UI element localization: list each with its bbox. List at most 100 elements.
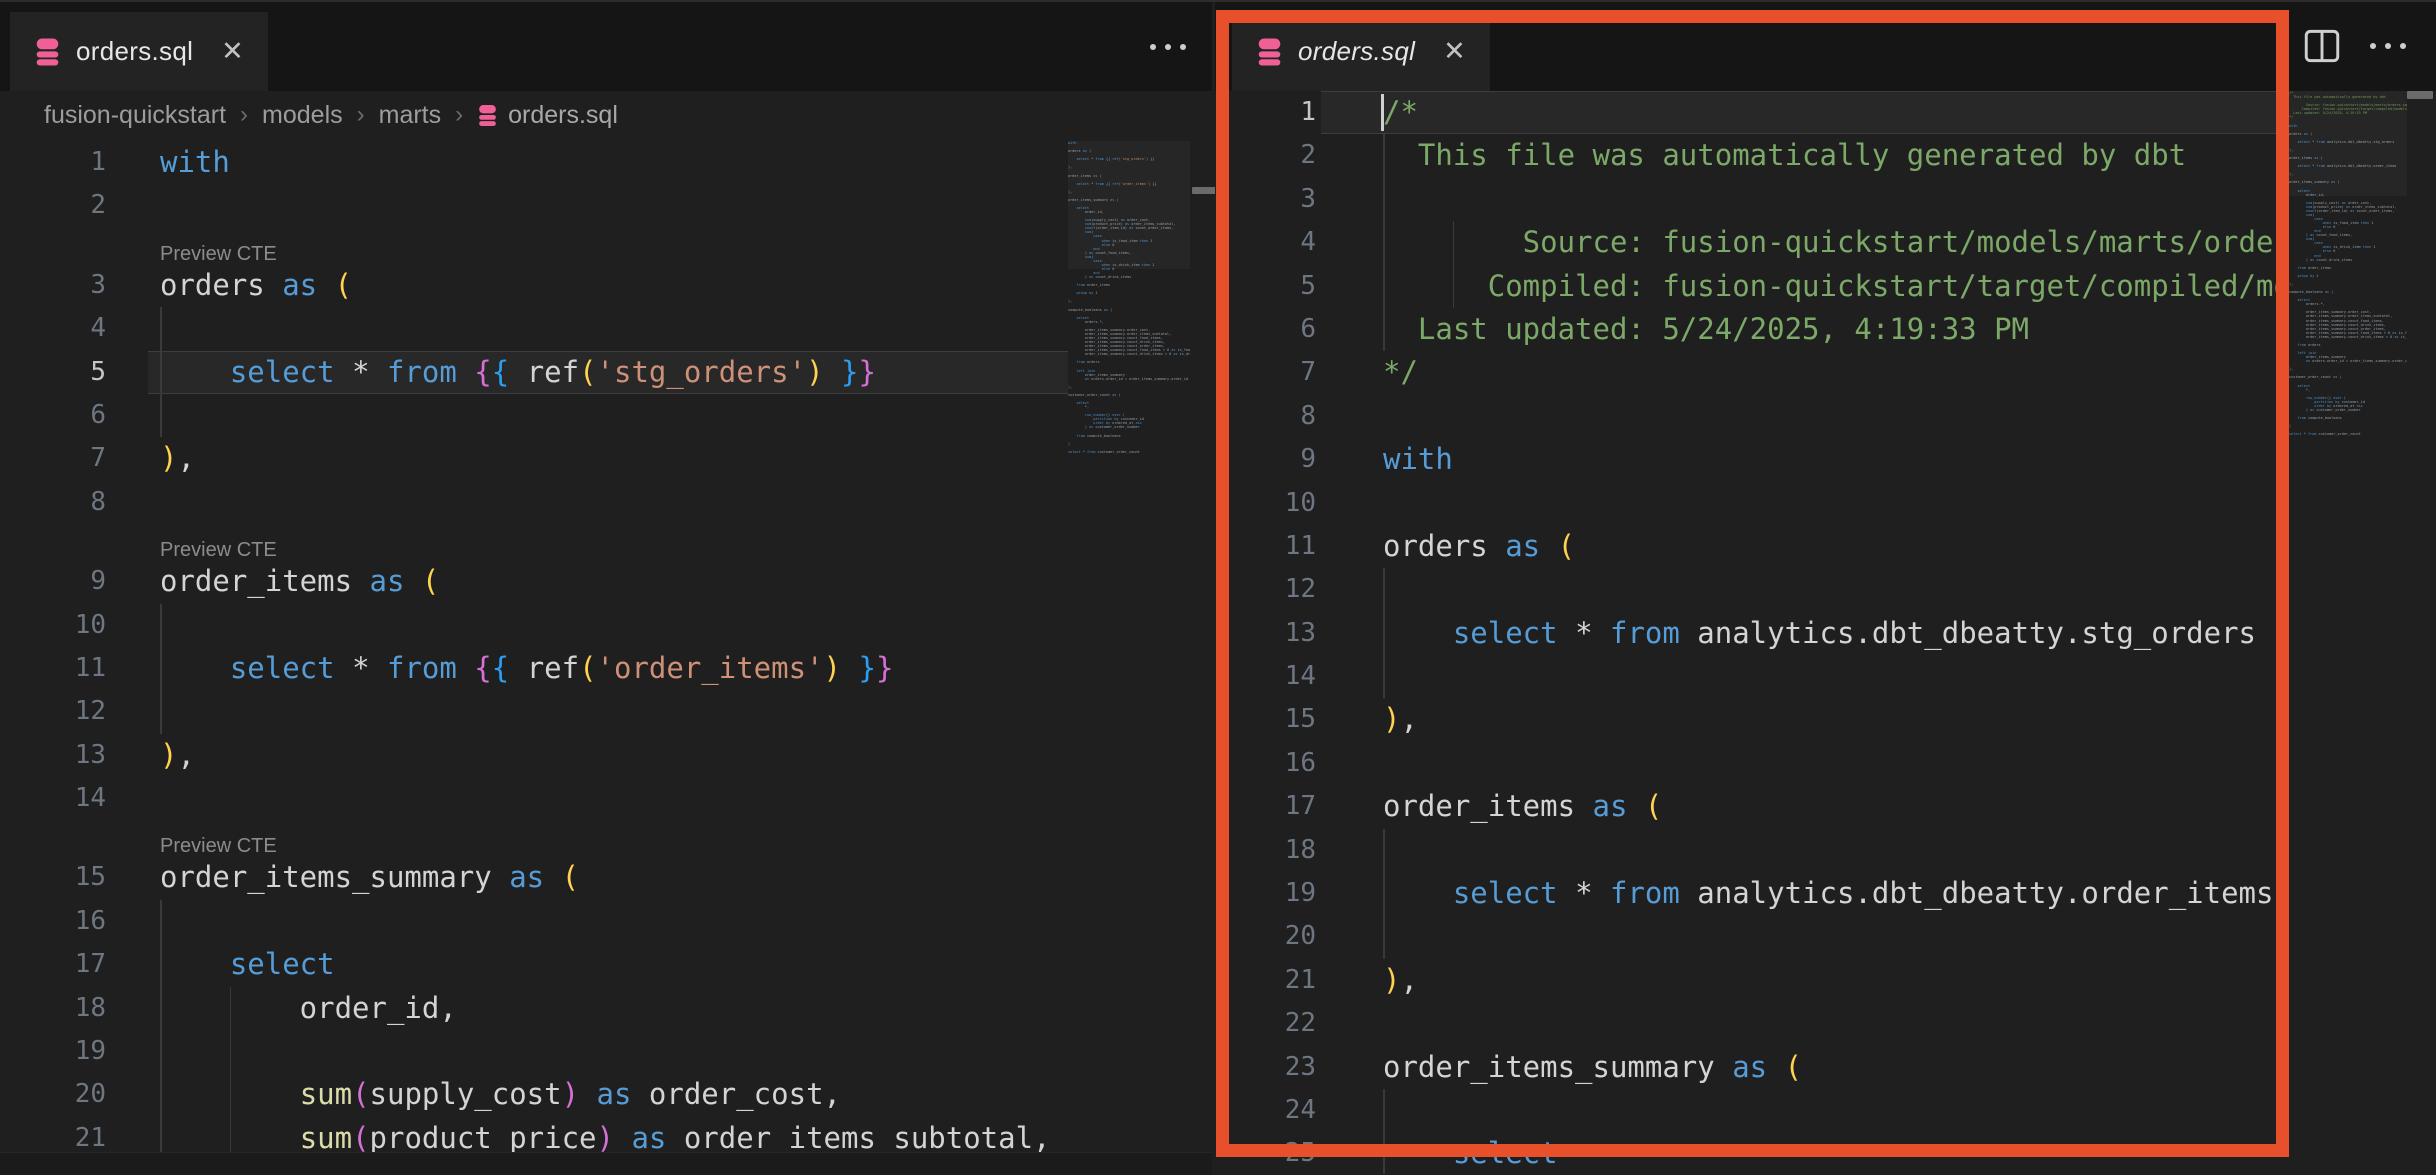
minimap-viewport[interactable] [1068,141,1190,269]
code-line[interactable]: 3 orders as ( [0,264,1068,307]
code-line[interactable]: 8 [1215,395,2289,438]
chevron-right-icon: › [455,101,463,129]
line-number: 8 [1215,395,1316,438]
code-line-text: select * from analytics.dbt_dbeatty.stg_… [1383,612,2256,655]
indent-guide [1383,1089,1385,1132]
line-number: 16 [1215,742,1316,785]
editor-group-right: orders.sql ✕ 1/*2 This file was automati… [1215,2,2436,1174]
code-line[interactable]: 13), [0,734,1068,777]
codelens-row: Preview CTE [0,228,1068,264]
codelens-row: Preview CTE [0,820,1068,856]
code-line[interactable]: 20 [1215,915,2289,958]
code-line[interactable]: 24 [1215,1089,2289,1132]
line-number: 5 [0,351,106,394]
indent-guide [160,307,162,350]
line-number: 11 [0,647,106,690]
code-line[interactable]: 12 [1215,568,2289,611]
line-number: 18 [1215,829,1316,872]
code-line[interactable]: 4 Source: fusion-quickstart/models/marts… [1215,221,2289,264]
line-number: 14 [0,777,106,820]
code-editor-right[interactable]: 1/*2 This file was automatically generat… [1215,91,2289,1174]
line-number: 7 [1215,351,1316,394]
line-number: 13 [1215,612,1316,655]
code-line[interactable]: 1with [0,141,1068,184]
breadcrumb-item-models[interactable]: models [262,101,343,130]
split-editor-icon[interactable] [2304,28,2340,64]
tab-orders-sql-preview[interactable]: orders.sql ✕ [1232,12,1490,91]
code-line[interactable]: 11orders as ( [1215,525,2289,568]
code-line[interactable]: 22 [1215,1002,2289,1045]
line-number: 9 [1215,438,1316,481]
code-line[interactable]: 15order_items_summary as ( [0,856,1068,899]
code-line[interactable]: 18 [1215,829,2289,872]
breadcrumb-item-project[interactable]: fusion-quickstart [44,101,226,130]
code-line[interactable]: 20 sum(supply_cost) as order_cost, [0,1073,1068,1116]
line-number: 5 [1215,265,1316,308]
close-icon[interactable]: ✕ [221,36,244,67]
line-number: 3 [0,264,106,307]
breadcrumb: fusion-quickstart › models › marts › ord… [0,91,618,139]
code-line[interactable]: 19 select * from analytics.dbt_dbeatty.o… [1215,872,2289,915]
code-line[interactable]: 3 [1215,178,2289,221]
tab-orders-sql-left[interactable]: orders.sql ✕ [10,12,268,91]
code-line-text: /* [1383,91,1418,134]
code-line[interactable]: 14 [0,777,1068,820]
code-line[interactable]: 13 select * from analytics.dbt_dbeatty.s… [1215,612,2289,655]
code-line[interactable]: 8 [0,481,1068,524]
line-number: 9 [0,560,106,603]
code-line[interactable]: 21), [1215,959,2289,1002]
code-line[interactable]: 11 select * from {{ ref('order_items') }… [0,647,1068,690]
close-icon[interactable]: ✕ [1443,36,1466,67]
code-line[interactable]: 15), [1215,698,2289,741]
more-actions-icon[interactable] [1150,44,1186,50]
code-line[interactable]: 19 [0,1030,1068,1073]
line-number: 15 [1215,698,1316,741]
breadcrumb-item-file[interactable]: orders.sql [477,101,618,130]
code-line[interactable]: 9order_items as ( [0,560,1068,603]
code-line-text: This file was automatically generated by… [1383,134,2186,177]
code-line-text: ), [1383,959,1418,1002]
code-line-text: orders as ( [160,264,352,307]
scrollbar-marker-right[interactable] [2407,91,2433,99]
code-line[interactable]: 2 This file was automatically generated … [1215,134,2289,177]
code-line[interactable]: 10 [0,604,1068,647]
more-actions-icon[interactable] [2370,43,2406,49]
code-line[interactable]: 12 [0,690,1068,733]
code-line[interactable]: 6 Last updated: 5/24/2025, 4:19:33 PM [1215,308,2289,351]
breadcrumb-item-marts[interactable]: marts [379,101,442,130]
code-line[interactable]: 2 [0,184,1068,227]
code-line[interactable]: 5 Compiled: fusion-quickstart/target/com… [1215,265,2289,308]
tab-label: orders.sql [1298,36,1415,67]
code-line[interactable]: 1/* [1215,91,2289,134]
code-line-text: order_items_summary as ( [1383,1046,1802,1089]
minimap-left[interactable]: with orders as ( select * from {{ ref('s… [1068,141,1190,1154]
line-number: 7 [0,437,106,480]
code-line[interactable]: 5 select * from {{ ref('stg_orders') }} [0,351,1068,394]
line-number: 4 [1215,221,1316,264]
code-line-text: order_items_summary as ( [160,856,579,899]
code-line[interactable]: 25 select [1215,1132,2289,1174]
code-line[interactable]: 23order_items_summary as ( [1215,1046,2289,1089]
code-line[interactable]: 10 [1215,482,2289,525]
code-line[interactable]: 17 select [0,943,1068,986]
code-line[interactable]: 4 [0,307,1068,350]
code-line[interactable]: 18 order_id, [0,987,1068,1030]
indent-guide [160,900,162,943]
code-line[interactable]: 16 [1215,742,2289,785]
code-line[interactable]: 7*/ [1215,351,2289,394]
minimap-viewport[interactable] [2289,91,2407,196]
code-line[interactable]: 7), [0,437,1068,480]
line-number: 4 [0,307,106,350]
editor-group-left: orders.sql ✕ fusion-quickstart › models … [0,2,1212,1174]
line-number: 2 [1215,134,1316,177]
code-editor-left[interactable]: 1with2Preview CTE3orders as (45 select *… [0,141,1068,1174]
indent-guide [1383,568,1385,611]
line-number: 20 [1215,915,1316,958]
code-line[interactable]: 17order_items as ( [1215,785,2289,828]
code-line[interactable]: 16 [0,900,1068,943]
code-line[interactable]: 6 [0,394,1068,437]
code-line[interactable]: 14 [1215,655,2289,698]
code-line[interactable]: 9with [1215,438,2289,481]
current-line-highlight [1321,91,2289,134]
minimap-right[interactable]: /* This file was automatically generated… [2289,91,2407,1154]
